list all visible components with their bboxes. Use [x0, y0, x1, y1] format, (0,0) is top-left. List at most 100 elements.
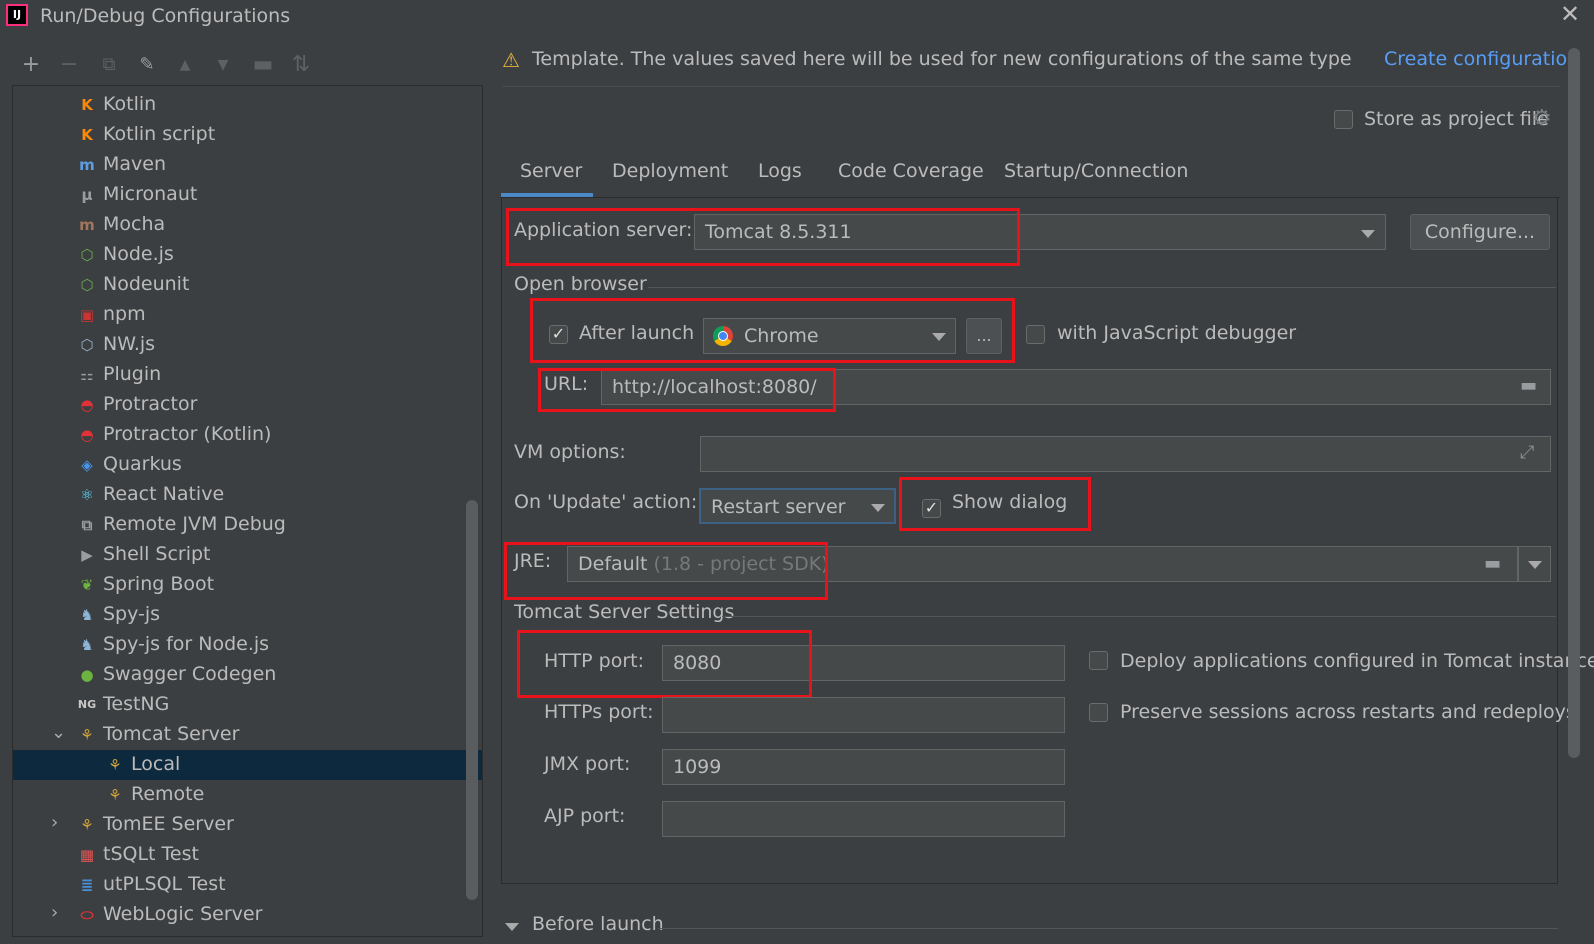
expand-icon[interactable]: ⤢	[1520, 442, 1534, 463]
tree-item-label: utPLSQL Test	[103, 873, 226, 895]
tree-item-protractor[interactable]: ◓ Protractor	[13, 390, 482, 420]
tree-item-spy-js[interactable]: ♞ Spy-js	[13, 600, 482, 630]
tree-item-label: Maven	[103, 153, 167, 175]
preserve-sessions-checkbox[interactable]	[1089, 703, 1108, 722]
deploy-apps-label: Deploy applications configured in Tomcat…	[1120, 650, 1594, 672]
tree-item-shell-script[interactable]: ▶ Shell Script	[13, 540, 482, 570]
tree-item-spy-js-for-node-js[interactable]: ♞ Spy-js for Node.js	[13, 630, 482, 660]
utplsql-icon: ≣	[80, 876, 94, 894]
section-divider	[722, 616, 1556, 617]
tree-item-tsqlt-test[interactable]: ▦ tSQLt Test	[13, 840, 482, 870]
tree-item-swagger-codegen[interactable]: ● Swagger Codegen	[13, 660, 482, 690]
kotlin-icon: K	[81, 96, 93, 114]
tree-item-nodeunit[interactable]: ⬡ Nodeunit	[13, 270, 482, 300]
js-debugger-checkbox[interactable]	[1026, 325, 1045, 344]
add-icon[interactable]: +	[18, 52, 44, 78]
remove-icon[interactable]: −	[56, 52, 82, 78]
tree-item-kotlin-script[interactable]: K Kotlin script	[13, 120, 482, 150]
tree-item-label: Quarkus	[103, 453, 182, 475]
tree-item-label: Local	[131, 753, 181, 775]
highlight-box	[530, 298, 1015, 363]
before-launch-title[interactable]: Before launch	[532, 913, 664, 935]
tree-item-react-native[interactable]: ⚛ React Native	[13, 480, 482, 510]
protractor-kotlin-icon: ◓	[80, 426, 94, 444]
tree-item-micronaut[interactable]: μ Micronaut	[13, 180, 482, 210]
tree-item-node-js[interactable]: ⬡ Node.js	[13, 240, 482, 270]
chevron-right-icon[interactable]: ›	[51, 812, 58, 833]
nodejs-icon: ⬡	[80, 246, 94, 264]
tree-item-utplsql-test[interactable]: ≣ utPLSQL Test	[13, 870, 482, 900]
tree-item-mocha[interactable]: m Mocha	[13, 210, 482, 240]
tree-item-label: Shell Script	[103, 543, 211, 565]
tab-server[interactable]: Server	[520, 160, 582, 182]
tree-item-label: Spy-js	[103, 603, 161, 625]
tree-item-maven[interactable]: m Maven	[13, 150, 482, 180]
collapse-icon[interactable]	[505, 923, 519, 931]
tree-item-nw-js[interactable]: ⬡ NW.js	[13, 330, 482, 360]
tab-deployment[interactable]: Deployment	[612, 160, 728, 182]
tree-item-weblogic-server[interactable]: › ⬭ WebLogic Server	[13, 900, 482, 930]
content-scrollbar[interactable]	[1568, 48, 1580, 758]
deploy-apps-checkbox[interactable]	[1089, 651, 1108, 670]
tree-item-label: npm	[103, 303, 146, 325]
tree-item-tomcat-server[interactable]: ⌄ ⚘ Tomcat Server	[13, 720, 482, 750]
tree-item-label: Remote JVM Debug	[103, 513, 286, 535]
jmx-port-label: JMX port:	[544, 753, 631, 775]
copy-icon[interactable]: ⧉	[96, 52, 122, 78]
folder-icon[interactable]: ▬	[1520, 377, 1542, 395]
ajp-port-input[interactable]	[662, 801, 1065, 837]
tree-item-label: TomEE Server	[103, 813, 234, 835]
tomcat-icon: ⚘	[108, 786, 122, 804]
tree-item-npm[interactable]: ▣ npm	[13, 300, 482, 330]
close-icon[interactable]: ✕	[1560, 0, 1580, 28]
tree-item-testng[interactable]: NG TestNG	[13, 690, 482, 720]
tree-item-kotlin[interactable]: K Kotlin	[13, 90, 482, 120]
vm-options-input[interactable]	[700, 436, 1551, 472]
https-port-input[interactable]	[662, 697, 1065, 733]
wrench-icon[interactable]: ✎	[134, 52, 160, 78]
window-title: Run/Debug Configurations	[40, 5, 291, 27]
maven-icon: m	[79, 156, 95, 174]
chevron-down-icon[interactable]	[1528, 561, 1542, 569]
highlight-box	[504, 542, 828, 600]
tree-item-spring-boot[interactable]: ❦ Spring Boot	[13, 570, 482, 600]
tree-item-label: Kotlin script	[103, 123, 216, 145]
tree-item-remote[interactable]: ⚘ Remote	[13, 780, 482, 810]
folder-icon[interactable]: ▬	[1484, 555, 1506, 573]
on-update-select[interactable]: Restart server	[699, 488, 896, 524]
configuration-tree[interactable]: K Kotlin K Kotlin script m Maven μ Micronaut m Mo…	[12, 85, 483, 937]
chevron-right-icon[interactable]: ›	[51, 902, 58, 923]
store-as-project-label: Store as project file	[1364, 108, 1549, 130]
tab-startup-connection[interactable]: Startup/Connection	[1004, 160, 1188, 182]
move-up-icon[interactable]: ▲	[172, 52, 198, 78]
chevron-down-icon[interactable]	[871, 504, 885, 512]
chevron-down-icon[interactable]: ⌄	[51, 722, 66, 743]
folder-icon[interactable]: ▬	[250, 52, 276, 78]
tree-item-label: Kotlin	[103, 93, 157, 115]
tree-item-plugin[interactable]: ⚏ Plugin	[13, 360, 482, 390]
tree-item-label: React Native	[103, 483, 225, 505]
tree-item-protractor-kotlin[interactable]: ◓ Protractor (Kotlin)	[13, 420, 482, 450]
store-as-project-checkbox[interactable]	[1334, 110, 1353, 129]
tree-item-remote-jvm-debug[interactable]: ⧉ Remote JVM Debug	[13, 510, 482, 540]
highlight-box	[538, 368, 836, 412]
tab-logs[interactable]: Logs	[758, 160, 802, 182]
intellij-icon: IJ	[6, 4, 28, 26]
vm-options-label: VM options:	[514, 441, 626, 463]
configure-button[interactable]: Configure...	[1410, 214, 1550, 250]
tree-scrollbar[interactable]	[466, 500, 478, 900]
gear-icon[interactable]: ⚙	[1532, 106, 1552, 131]
tree-item-label: Mocha	[103, 213, 166, 235]
tab-code-coverage[interactable]: Code Coverage	[838, 160, 984, 182]
move-down-icon[interactable]: ▼	[210, 52, 236, 78]
create-configuration-link[interactable]: Create configuration	[1384, 48, 1579, 70]
chevron-down-icon[interactable]	[1361, 230, 1375, 238]
tree-item-local[interactable]: ⚘ Local	[13, 750, 482, 780]
divider	[502, 86, 1560, 87]
jmx-port-input[interactable]: 1099	[662, 749, 1065, 785]
sort-icon[interactable]: ⇅	[288, 52, 314, 78]
weblogic-icon: ⬭	[80, 906, 94, 924]
tree-item-quarkus[interactable]: ◈ Quarkus	[13, 450, 482, 480]
mocha-icon: m	[79, 216, 95, 234]
tree-item-tomee-server[interactable]: › ⚘ TomEE Server	[13, 810, 482, 840]
